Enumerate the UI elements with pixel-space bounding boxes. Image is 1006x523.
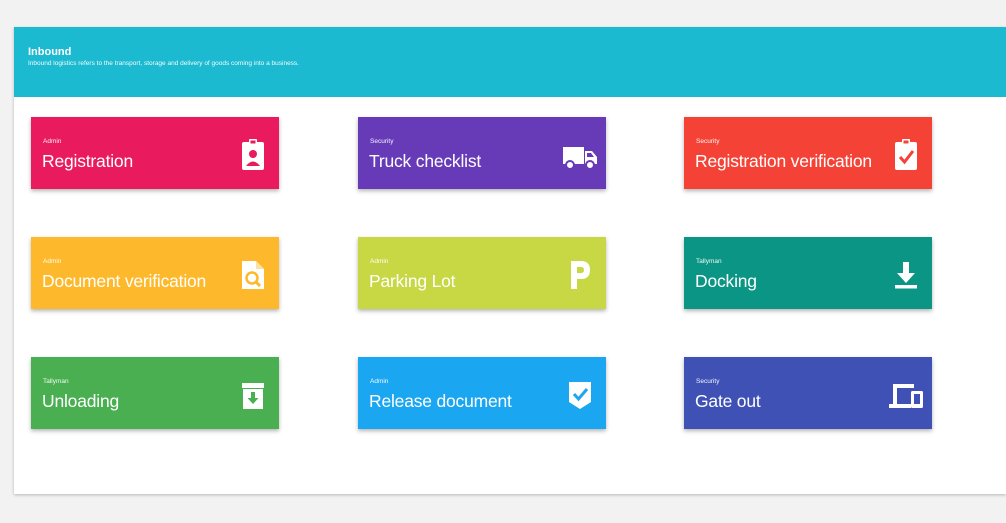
devices-icon bbox=[888, 379, 924, 411]
card-gate-out[interactable]: Security Gate out bbox=[684, 357, 932, 429]
download-icon bbox=[892, 259, 920, 291]
card-truck-checklist[interactable]: Security Truck checklist bbox=[358, 117, 606, 189]
card-role: Security bbox=[696, 378, 720, 385]
card-role: Admin bbox=[370, 378, 389, 385]
card-title: Parking Lot bbox=[369, 271, 456, 291]
card-registration-verification[interactable]: Security Registration verification bbox=[684, 117, 932, 189]
card-title: Registration verification bbox=[695, 151, 872, 171]
card-role: Admin bbox=[43, 138, 62, 145]
card-role: Tallyman bbox=[43, 378, 69, 385]
panel-subtitle: Inbound logistics refers to the transpor… bbox=[28, 60, 299, 67]
panel-header: Inbound Inbound logistics refers to the … bbox=[14, 27, 1006, 97]
card-release-document[interactable]: Admin Release document bbox=[358, 357, 606, 429]
card-title: Truck checklist bbox=[369, 151, 482, 171]
parking-icon bbox=[566, 259, 594, 291]
card-parking-lot[interactable]: Admin Parking Lot bbox=[358, 237, 606, 309]
card-document-verification[interactable]: Admin Document verification bbox=[31, 237, 279, 309]
archive-down-icon bbox=[239, 379, 267, 411]
card-docking[interactable]: Tallyman Docking bbox=[684, 237, 932, 309]
id-badge-icon bbox=[239, 139, 267, 171]
card-title: Release document bbox=[369, 391, 512, 411]
clipboard-check-icon bbox=[892, 139, 920, 171]
card-role: Security bbox=[370, 138, 394, 145]
card-title: Document verification bbox=[42, 271, 207, 291]
document-search-icon bbox=[239, 259, 267, 291]
card-role: Admin bbox=[370, 258, 389, 265]
card-role: Admin bbox=[43, 258, 62, 265]
inbound-panel: Inbound Inbound logistics refers to the … bbox=[14, 27, 1006, 494]
card-title: Unloading bbox=[42, 391, 120, 411]
card-title: Registration bbox=[42, 151, 133, 171]
card-role: Tallyman bbox=[696, 258, 722, 265]
card-title: Gate out bbox=[695, 391, 761, 411]
card-role: Security bbox=[696, 138, 720, 145]
shield-check-icon bbox=[566, 379, 594, 411]
card-registration[interactable]: Admin Registration bbox=[31, 117, 279, 189]
panel-title: Inbound bbox=[28, 46, 72, 58]
card-unloading[interactable]: Tallyman Unloading bbox=[31, 357, 279, 429]
truck-icon bbox=[562, 139, 598, 171]
card-title: Docking bbox=[695, 271, 757, 291]
